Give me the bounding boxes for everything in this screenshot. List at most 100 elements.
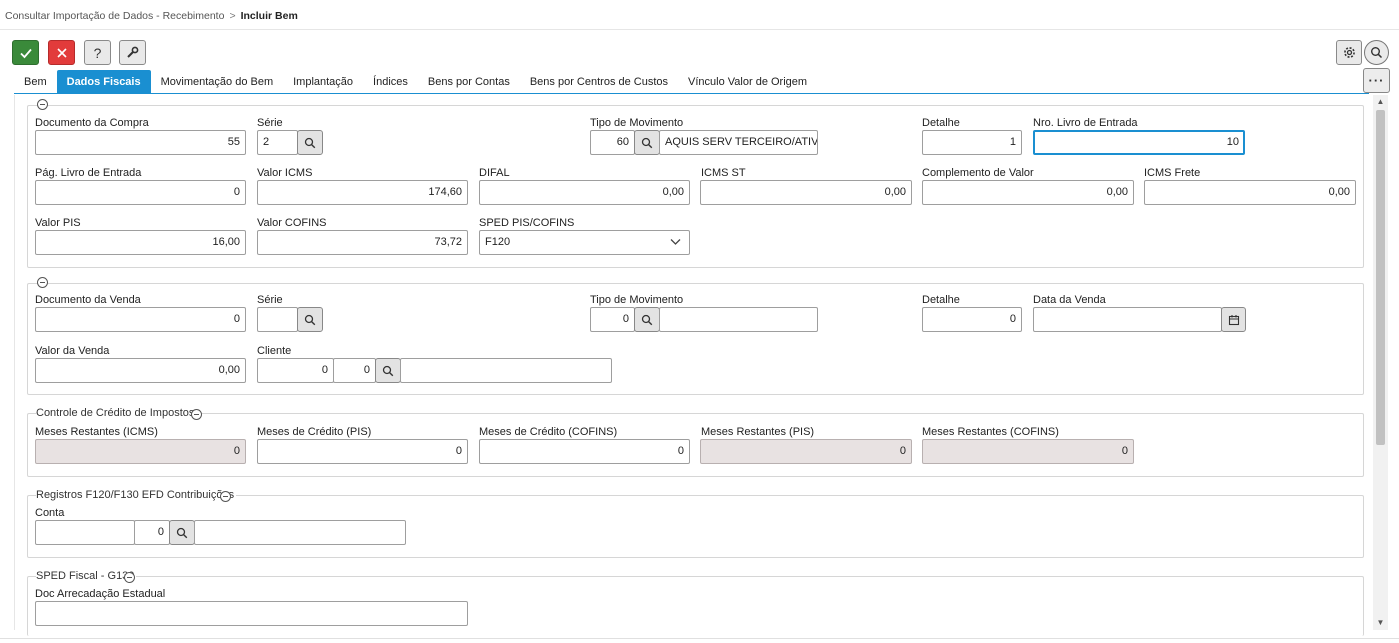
serie-compra-label: Série (257, 117, 283, 129)
icms-frete-input[interactable]: 0,00 (1144, 180, 1356, 205)
confirm-button[interactable] (12, 40, 39, 65)
search-icon (1371, 47, 1383, 59)
pag-livro-entrada-label: Pág. Livro de Entrada (35, 167, 142, 179)
complemento-valor-label: Complemento de Valor (922, 167, 1034, 179)
close-icon (56, 47, 67, 58)
tab-indices[interactable]: Índices (363, 70, 418, 94)
tipo-movimento-compra-code-input[interactable]: 60 (590, 130, 635, 155)
sped-pis-cofins-value: F120 (485, 236, 511, 248)
tab-movimentacao-do-bem[interactable]: Movimentação do Bem (151, 70, 284, 94)
collapse-registros-icon[interactable] (220, 491, 231, 502)
breadcrumb-parent[interactable]: Consultar Importação de Dados - Recebime… (5, 10, 224, 22)
search-icon (304, 314, 316, 325)
collapse-controle-credito-icon[interactable] (191, 409, 202, 420)
collapse-compra-icon[interactable] (37, 99, 48, 110)
tipo-movimento-compra-description[interactable]: AQUIS SERV TERCEIRO/ATIVO (659, 130, 818, 155)
wrench-icon (127, 46, 139, 58)
pag-livro-entrada-input[interactable]: 0 (35, 180, 246, 205)
serie-compra-input[interactable]: 2 (257, 130, 298, 155)
header-divider (0, 29, 1399, 30)
cliente-description[interactable] (400, 358, 612, 383)
serie-venda-input[interactable] (257, 307, 298, 332)
collapse-venda-icon[interactable] (37, 277, 48, 288)
serie-compra-lookup-button[interactable] (297, 130, 323, 155)
more-options-button[interactable]: ··· (1363, 68, 1390, 93)
valor-icms-label: Valor ICMS (257, 167, 313, 179)
scroll-down-arrow-icon[interactable]: ▼ (1373, 616, 1388, 630)
breadcrumb-current: Incluir Bem (240, 10, 298, 22)
scroll-up-arrow-icon[interactable]: ▲ (1373, 95, 1388, 109)
documento-compra-input[interactable]: 55 (35, 130, 246, 155)
tab-bens-por-contas[interactable]: Bens por Contas (418, 70, 520, 94)
tab-dados-fiscais[interactable]: Dados Fiscais (56, 70, 151, 94)
tab-underline (14, 93, 1369, 94)
tab-vinculo-valor-de-origem[interactable]: Vínculo Valor de Origem (678, 70, 817, 94)
tools-button[interactable] (119, 40, 146, 65)
sped-fiscal-title: SPED Fiscal - G130 (36, 570, 137, 582)
search-icon (382, 365, 394, 376)
detalhe-compra-label: Detalhe (922, 117, 960, 129)
tab-bens-por-centros-de-custos[interactable]: Bens por Centros de Custos (520, 70, 678, 94)
data-venda-input[interactable] (1033, 307, 1222, 332)
cliente-code-input[interactable]: 0 (257, 358, 334, 383)
doc-arrecadacao-estadual-label: Doc Arrecadação Estadual (35, 588, 166, 600)
tab-implantacao[interactable]: Implantação (283, 70, 363, 94)
serie-venda-lookup-button[interactable] (297, 307, 323, 332)
conta-number-input[interactable]: 0 (134, 520, 170, 545)
detalhe-venda-input[interactable]: 0 (922, 307, 1022, 332)
search-icon (641, 314, 653, 325)
tab-bar: Bem Dados Fiscais Movimentação do Bem Im… (14, 70, 817, 94)
tipo-movimento-venda-lookup-button[interactable] (634, 307, 660, 332)
settings-button[interactable] (1336, 40, 1362, 65)
tipo-movimento-venda-description[interactable] (659, 307, 818, 332)
meses-restantes-pis-input: 0 (700, 439, 912, 464)
meses-credito-cofins-input[interactable]: 0 (479, 439, 690, 464)
conta-lookup-button[interactable] (169, 520, 195, 545)
meses-credito-pis-input[interactable]: 0 (257, 439, 468, 464)
nro-livro-entrada-label: Nro. Livro de Entrada (1033, 117, 1138, 129)
serie-venda-label: Série (257, 294, 283, 306)
difal-input[interactable]: 0,00 (479, 180, 690, 205)
detalhe-venda-label: Detalhe (922, 294, 960, 306)
sped-pis-cofins-select[interactable]: F120 (479, 230, 690, 255)
breadcrumb-separator: > (229, 10, 236, 22)
conta-code-input[interactable] (35, 520, 135, 545)
doc-arrecadacao-estadual-input[interactable] (35, 601, 468, 626)
footer-divider (0, 638, 1399, 639)
nro-livro-entrada-input[interactable]: 10 (1033, 130, 1245, 155)
global-search-button[interactable] (1364, 40, 1389, 65)
question-icon: ? (93, 44, 102, 61)
difal-label: DIFAL (479, 167, 510, 179)
registros-title: Registros F120/F130 EFD Contribuições (36, 489, 237, 501)
valor-cofins-input[interactable]: 73,72 (257, 230, 468, 255)
cancel-button[interactable] (48, 40, 75, 65)
complemento-valor-input[interactable]: 0,00 (922, 180, 1134, 205)
meses-restantes-icms-label: Meses Restantes (ICMS) (35, 426, 158, 438)
documento-venda-label: Documento da Venda (35, 294, 141, 306)
collapse-sped-fiscal-icon[interactable] (124, 572, 135, 583)
documento-venda-input[interactable]: 0 (35, 307, 246, 332)
tipo-movimento-venda-code-input[interactable]: 0 (590, 307, 635, 332)
detalhe-compra-input[interactable]: 1 (922, 130, 1022, 155)
data-venda-calendar-button[interactable] (1221, 307, 1246, 332)
valor-pis-input[interactable]: 16,00 (35, 230, 246, 255)
scroll-thumb[interactable] (1376, 110, 1385, 445)
vertical-scrollbar[interactable]: ▲ ▼ (1373, 95, 1388, 630)
valor-cofins-label: Valor COFINS (257, 217, 327, 229)
cliente-lookup-button[interactable] (375, 358, 401, 383)
search-icon (641, 137, 653, 148)
search-icon (304, 137, 316, 148)
meses-restantes-icms-input: 0 (35, 439, 246, 464)
conta-description[interactable] (194, 520, 406, 545)
controle-credito-title: Controle de Crédito de Impostos (36, 407, 197, 419)
cliente-number-input[interactable]: 0 (333, 358, 376, 383)
valor-venda-input[interactable]: 0,00 (35, 358, 246, 383)
tipo-movimento-compra-lookup-button[interactable] (634, 130, 660, 155)
valor-icms-input[interactable]: 174,60 (257, 180, 468, 205)
cliente-label: Cliente (257, 345, 292, 357)
meses-credito-cofins-label: Meses de Crédito (COFINS) (479, 426, 618, 438)
icms-st-input[interactable]: 0,00 (700, 180, 912, 205)
help-button[interactable]: ? (84, 40, 111, 65)
valor-pis-label: Valor PIS (35, 217, 81, 229)
tab-bem[interactable]: Bem (14, 70, 57, 94)
